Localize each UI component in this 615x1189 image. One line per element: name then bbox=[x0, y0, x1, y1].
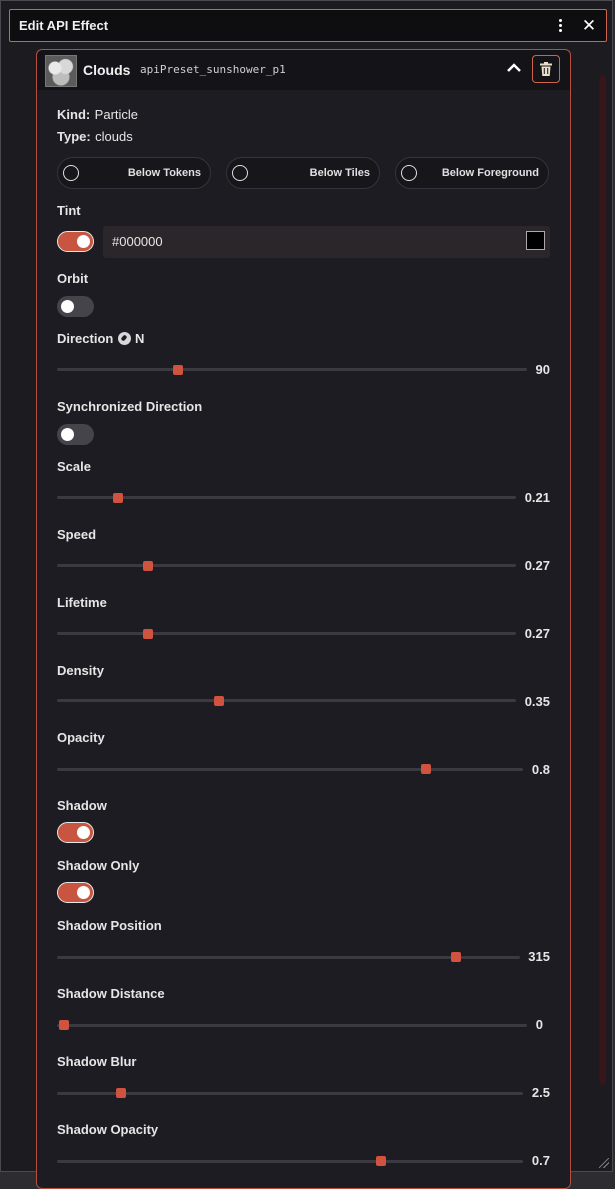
speed-label: Speed bbox=[57, 527, 97, 542]
edit-effect-window: Edit API Effect ✕ Clouds apiPreset_sunsh… bbox=[0, 0, 613, 1189]
effect-preset-id: apiPreset_sunshower_p1 bbox=[140, 63, 286, 76]
scrollbar-thumb[interactable] bbox=[599, 75, 606, 1085]
direction-slider-track[interactable] bbox=[57, 368, 527, 371]
orbit-label: Orbit bbox=[57, 271, 89, 286]
chevron-up-icon bbox=[507, 63, 521, 72]
density-slider-handle[interactable] bbox=[214, 696, 224, 706]
opacity-value: 0.8 bbox=[531, 762, 550, 777]
speed-value: 0.27 bbox=[524, 558, 550, 573]
opacity-slider-handle[interactable] bbox=[421, 764, 431, 774]
density-value: 0.35 bbox=[524, 694, 550, 709]
lifetime-slider-handle[interactable] bbox=[143, 629, 153, 639]
lifetime-label: Lifetime bbox=[57, 595, 107, 610]
tint-color-input[interactable]: #000000 bbox=[103, 226, 550, 258]
direction-value: 90 bbox=[535, 362, 550, 377]
lifetime-slider-track[interactable] bbox=[57, 632, 516, 635]
orbit-toggle[interactable] bbox=[57, 296, 94, 317]
scale-value: 0.21 bbox=[524, 490, 550, 505]
kind-row: Kind: Particle bbox=[57, 106, 138, 124]
radio-icon bbox=[401, 165, 417, 181]
sync-direction-label: Synchronized Direction bbox=[57, 399, 203, 414]
tint-label: Tint bbox=[57, 203, 81, 218]
shadow-opacity-label: Shadow Opacity bbox=[57, 1122, 159, 1137]
toggle-knob bbox=[77, 235, 90, 248]
lifetime-value: 0.27 bbox=[524, 626, 550, 641]
radio-icon bbox=[232, 165, 248, 181]
type-value: clouds bbox=[95, 129, 133, 144]
opacity-slider-track[interactable] bbox=[57, 768, 523, 771]
menu-button[interactable] bbox=[548, 14, 572, 38]
shadow-only-label: Shadow Only bbox=[57, 858, 140, 873]
tint-toggle[interactable] bbox=[57, 231, 94, 252]
vertical-dots-icon bbox=[558, 19, 562, 32]
speed-slider-handle[interactable] bbox=[143, 561, 153, 571]
shadow-opacity-slider-track[interactable] bbox=[57, 1160, 523, 1163]
compass-icon bbox=[118, 332, 132, 345]
shadow-blur-label: Shadow Blur bbox=[57, 1054, 137, 1069]
window-titlebar[interactable]: Edit API Effect ✕ bbox=[9, 9, 607, 42]
shadow-position-slider-handle[interactable] bbox=[451, 952, 461, 962]
toggle-knob bbox=[77, 826, 90, 839]
clouds-thumbnail bbox=[45, 55, 77, 87]
layer-option-below-tiles[interactable]: Below Tiles bbox=[226, 157, 380, 189]
direction-label-row: Direction N bbox=[57, 331, 144, 346]
resize-handle[interactable] bbox=[599, 1158, 609, 1168]
shadow-distance-slider-track[interactable] bbox=[57, 1024, 527, 1027]
effect-panel: Clouds apiPreset_sunshower_p1 bbox=[36, 49, 571, 1189]
opacity-label: Opacity bbox=[57, 730, 105, 745]
close-button[interactable]: ✕ bbox=[577, 14, 601, 38]
density-slider-track[interactable] bbox=[57, 699, 516, 702]
sync-direction-toggle[interactable] bbox=[57, 424, 94, 445]
layer-option-below-tokens[interactable]: Below Tokens bbox=[57, 157, 211, 189]
direction-slider-handle[interactable] bbox=[173, 365, 183, 375]
shadow-position-label: Shadow Position bbox=[57, 918, 162, 933]
shadow-distance-label: Shadow Distance bbox=[57, 986, 165, 1001]
scale-slider-handle[interactable] bbox=[113, 493, 123, 503]
toggle-knob bbox=[61, 428, 74, 441]
shadow-distance-slider-handle[interactable] bbox=[59, 1020, 69, 1030]
effect-header[interactable]: Clouds apiPreset_sunshower_p1 bbox=[37, 50, 570, 90]
collapse-button[interactable] bbox=[504, 58, 524, 78]
scale-label: Scale bbox=[57, 459, 91, 474]
shadow-only-toggle[interactable] bbox=[57, 882, 94, 903]
radio-icon bbox=[63, 165, 79, 181]
type-label: Type: bbox=[57, 129, 91, 144]
kind-label: Kind: bbox=[57, 107, 91, 122]
close-icon: ✕ bbox=[581, 15, 597, 35]
effect-name: Clouds bbox=[83, 62, 131, 78]
trash-icon bbox=[540, 62, 552, 76]
shadow-toggle[interactable] bbox=[57, 822, 94, 843]
shadow-opacity-value: 0.7 bbox=[531, 1153, 550, 1168]
layer-option-label: Below Tokens bbox=[127, 167, 201, 179]
shadow-blur-slider-track[interactable] bbox=[57, 1092, 523, 1095]
type-row: Type: clouds bbox=[57, 128, 133, 146]
layer-option-label: Below Foreground bbox=[441, 167, 539, 179]
shadow-label: Shadow bbox=[57, 798, 107, 813]
density-label: Density bbox=[57, 663, 104, 678]
delete-effect-button[interactable] bbox=[532, 55, 560, 83]
direction-label: Direction bbox=[57, 331, 114, 346]
layer-option-label: Below Tiles bbox=[309, 167, 370, 179]
speed-slider-track[interactable] bbox=[57, 564, 516, 567]
toggle-knob bbox=[61, 300, 74, 313]
tint-color-text: #000000 bbox=[112, 234, 163, 249]
shadow-position-value: 315 bbox=[528, 949, 550, 964]
window-title: Edit API Effect bbox=[19, 18, 109, 33]
direction-compass-letter: N bbox=[134, 331, 145, 346]
shadow-opacity-slider-handle[interactable] bbox=[376, 1156, 386, 1166]
shadow-distance-value: 0 bbox=[535, 1017, 543, 1032]
scale-slider-track[interactable] bbox=[57, 496, 516, 499]
shadow-blur-slider-handle[interactable] bbox=[116, 1088, 126, 1098]
layer-option-below-foreground[interactable]: Below Foreground bbox=[395, 157, 549, 189]
shadow-blur-value: 2.5 bbox=[531, 1085, 550, 1100]
toggle-knob bbox=[77, 886, 90, 899]
kind-value: Particle bbox=[94, 107, 139, 122]
tint-color-swatch[interactable] bbox=[526, 231, 545, 250]
